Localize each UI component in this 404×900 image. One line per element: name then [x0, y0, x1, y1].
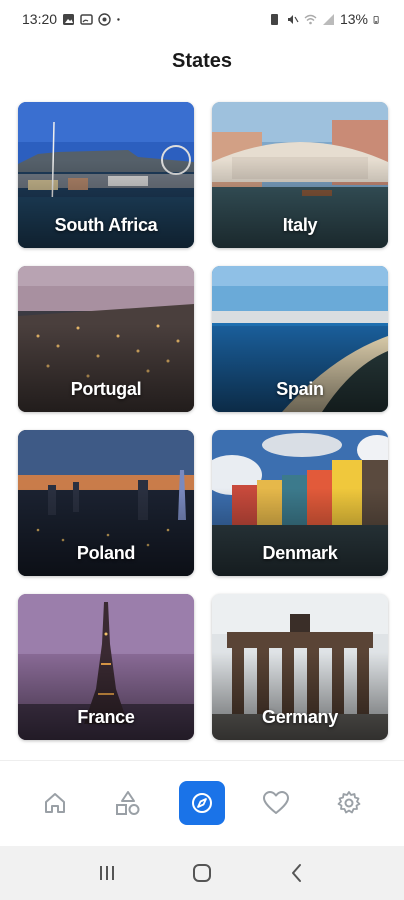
cast-icon [80, 13, 93, 25]
alarm-icon [270, 13, 278, 25]
image-icon [63, 13, 75, 25]
status-left: 13:20 [22, 11, 124, 27]
states-grid: South Africa Italy Portugal Spain Poland… [18, 102, 388, 740]
state-card-label: Denmark [262, 543, 338, 563]
settings-icon [337, 790, 361, 813]
state-card-denmark[interactable]: Denmark [212, 430, 388, 576]
nav-explore[interactable] [178, 780, 225, 825]
state-card-poland[interactable]: Poland [18, 430, 194, 576]
state-card-germany[interactable]: Germany [212, 594, 388, 740]
nav-settings[interactable] [326, 781, 372, 825]
signal-icon [322, 13, 334, 25]
state-card-label: South Africa [54, 215, 158, 235]
wifi-icon [304, 14, 317, 24]
home-icon [44, 792, 65, 813]
settings-circle-icon [98, 12, 111, 26]
state-card-label: France [77, 707, 135, 727]
state-card-label: Poland [76, 543, 136, 563]
back-icon[interactable] [286, 862, 308, 884]
status-time: 13:20 [22, 11, 58, 27]
nav-shapes[interactable] [105, 781, 151, 825]
system-navigation-bar [0, 846, 404, 900]
shapes-icon [116, 790, 140, 815]
state-card-portugal[interactable]: Portugal [18, 266, 194, 412]
recent-apps-icon[interactable] [96, 863, 118, 883]
page-title: States [171, 50, 233, 72]
nav-home[interactable] [32, 781, 78, 825]
compass-icon [191, 792, 212, 813]
nav-favorites[interactable] [253, 781, 299, 825]
state-card-france[interactable]: France [18, 594, 194, 740]
dot-icon [117, 17, 120, 21]
state-card-label: Portugal [70, 379, 142, 399]
status-bar: 13:20 13% [0, 0, 404, 38]
state-card-label: Germany [262, 707, 338, 727]
status-right: 13% [268, 11, 382, 27]
state-card-italy[interactable]: Italy [212, 102, 388, 248]
mute-icon [287, 14, 299, 24]
heart-icon [262, 790, 289, 814]
home-button-icon[interactable] [191, 862, 213, 884]
state-card-south-africa[interactable]: South Africa [18, 102, 194, 248]
bottom-navigation [0, 760, 404, 844]
state-card-label: Spain [276, 379, 324, 399]
state-card-spain[interactable]: Spain [212, 266, 388, 412]
battery-percent: 13% [339, 11, 368, 27]
battery-icon [373, 15, 379, 24]
state-card-label: Italy [282, 215, 318, 235]
